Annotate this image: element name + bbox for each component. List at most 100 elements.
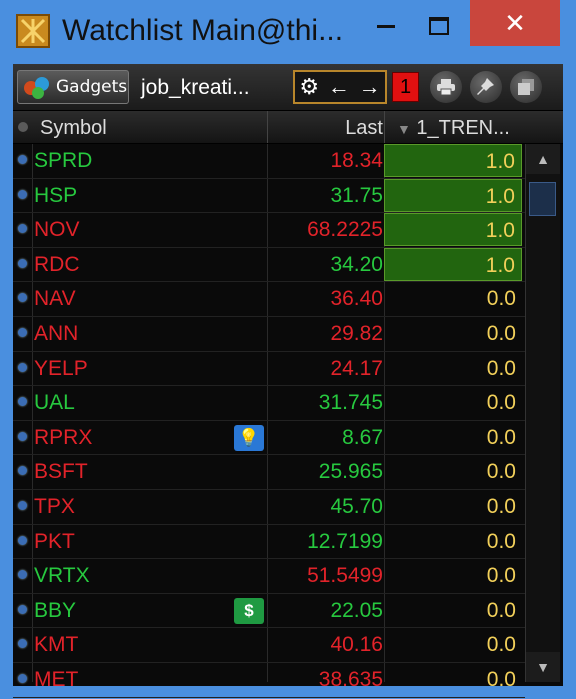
table-row[interactable]: RPRX 💡 8.67 0.0	[13, 421, 525, 456]
last-price-cell: 31.75	[330, 183, 383, 207]
last-price-cell: 18.34	[330, 149, 383, 172]
table-row[interactable]: VRTX 51.5499 0.0	[13, 559, 525, 594]
table-row[interactable]: UAL 31.745 0.0	[13, 386, 525, 421]
trend-cell: 1.0	[384, 178, 522, 212]
row-indicator-dot	[18, 570, 27, 580]
symbol-cell[interactable]: BBY	[34, 599, 76, 623]
pin-icon[interactable]	[470, 71, 502, 103]
table-row[interactable]: NOV 68.2225 1.0	[13, 213, 525, 248]
trend-cell: 0.0	[486, 460, 516, 484]
last-price-cell: 12.7199	[307, 529, 383, 553]
scroll-up-icon[interactable]: ▲	[526, 144, 560, 174]
sort-desc-icon: ▼	[397, 121, 411, 137]
trend-cell: 0.0	[486, 287, 516, 311]
symbol-cell[interactable]: ANN	[34, 322, 78, 346]
trend-cell: 0.0	[486, 494, 516, 518]
symbol-cell[interactable]: RPRX	[34, 426, 92, 450]
table-row[interactable]: ANN 29.82 0.0	[13, 317, 525, 352]
symbol-cell[interactable]: SPRD	[34, 149, 92, 173]
title-bar[interactable]: Watchlist Main@thi... ✕	[0, 0, 576, 64]
copy-icon[interactable]	[510, 71, 542, 103]
symbol-cell[interactable]: TPX	[34, 495, 75, 519]
column-header-last[interactable]: Last	[345, 117, 383, 140]
symbol-cell[interactable]: NAV	[34, 287, 76, 311]
trend-cell: 1.0	[384, 213, 522, 247]
trend-cell: 0.0	[486, 391, 516, 415]
symbol-cell[interactable]: YELP	[34, 357, 88, 381]
symbol-cell[interactable]: KMT	[34, 633, 78, 657]
scroll-thumb[interactable]	[529, 182, 556, 216]
watchlist-window: Watchlist Main@thi... ✕ Gadgets job_krea…	[0, 0, 576, 699]
dollar-icon[interactable]: $	[234, 597, 264, 624]
column-header-row: Symbol Last ▼ 1_TREN...	[13, 111, 563, 144]
symbol-cell[interactable]: PKT	[34, 530, 75, 554]
row-indicator-dot	[18, 673, 27, 683]
column-header-trend[interactable]: ▼ 1_TREN...	[397, 117, 510, 140]
row-indicator-dot	[18, 639, 27, 649]
last-price-cell: 45.70	[330, 494, 383, 518]
table-row[interactable]: TPX 45.70 0.0	[13, 490, 525, 525]
table-row[interactable]: YELP 24.17 0.0	[13, 352, 525, 387]
symbol-cell[interactable]: UAL	[34, 391, 75, 415]
symbol-cell[interactable]: VRTX	[34, 564, 90, 588]
row-indicator-dot	[18, 327, 27, 337]
symbol-cell[interactable]: BSFT	[34, 460, 88, 484]
watchlist-rows: SPRD 18.34 1.0 HSP 31.75 1.0 NOV 68.2225 1.0 RDC 3…	[13, 144, 525, 698]
scroll-down-icon[interactable]: ▼	[526, 652, 560, 682]
row-indicator-dot	[18, 500, 27, 510]
last-price-cell: 31.745	[318, 391, 383, 415]
last-price-cell: 40.16	[330, 633, 383, 657]
maximize-button[interactable]	[416, 4, 462, 48]
row-indicator-dot	[18, 293, 27, 303]
last-price-cell: 24.17	[330, 356, 383, 380]
link-group-badge[interactable]: 1	[392, 72, 419, 102]
symbol-cell[interactable]: HSP	[34, 184, 77, 208]
trend-cell: 0.0	[486, 633, 516, 657]
trend-cell: 0.0	[486, 598, 516, 622]
row-indicator-dot	[18, 189, 27, 199]
last-price-cell: 8.67	[342, 425, 383, 449]
trend-cell: 1.0	[384, 247, 522, 281]
table-row[interactable]: PKT 12.7199 0.0	[13, 525, 525, 560]
trend-cell: 0.0	[486, 425, 516, 449]
table-row[interactable]: SPRD 18.34 1.0	[13, 144, 525, 179]
tab-name[interactable]: job_kreati...	[141, 76, 250, 100]
table-row[interactable]: BBY $22.05 0.0	[13, 594, 525, 629]
table-row[interactable]: HSP 31.75 1.0	[13, 178, 525, 214]
row-indicator-dot	[18, 535, 27, 545]
symbol-cell[interactable]: RDC	[34, 253, 80, 277]
watchlist-panel: Gadgets job_kreati... ⚙ ← → 1 Symbol Las…	[13, 64, 563, 698]
last-price-cell: 22.05	[330, 598, 383, 622]
symbol-cell[interactable]: MET	[34, 668, 78, 692]
column-header-trend-label: 1_TREN...	[416, 117, 510, 139]
last-price-cell: 34.20	[330, 252, 383, 276]
last-price-cell: 29.82	[330, 321, 383, 345]
row-indicator-dot	[18, 431, 27, 441]
lightbulb-icon[interactable]: 💡	[234, 424, 264, 451]
table-row[interactable]: RDC 34.20 1.0	[13, 247, 525, 283]
last-price-cell: 25.965	[318, 460, 383, 484]
table-row[interactable]: NAV 36.40 0.0	[13, 282, 525, 317]
trend-cell: 0.0	[486, 564, 516, 588]
toolbar: Gadgets job_kreati... ⚙ ← → 1	[13, 64, 563, 111]
gadgets-button[interactable]: Gadgets	[17, 70, 129, 104]
arrow-left-icon[interactable]: ←	[328, 74, 350, 100]
trend-cell: 0.0	[486, 321, 516, 345]
table-row[interactable]: MET 38.635 0.0	[13, 663, 525, 698]
close-button[interactable]: ✕	[470, 0, 560, 46]
table-row[interactable]: BSFT 25.965 0.0	[13, 455, 525, 490]
column-header-symbol[interactable]: Symbol	[40, 117, 107, 140]
arrow-right-icon[interactable]: →	[359, 74, 381, 100]
app-logo-icon	[16, 14, 50, 48]
symbol-cell[interactable]: NOV	[34, 218, 80, 242]
table-row[interactable]: KMT 40.16 0.0	[13, 628, 525, 663]
column-divider	[384, 111, 385, 143]
last-price-cell: 36.40	[330, 287, 383, 311]
minimize-button[interactable]	[366, 4, 406, 48]
close-icon: ✕	[504, 7, 526, 38]
vertical-scrollbar[interactable]: ▲ ▼	[525, 144, 560, 682]
window-title: Watchlist Main@thi...	[62, 14, 344, 47]
header-dot	[18, 122, 28, 132]
gear-icon[interactable]: ⚙	[299, 74, 319, 100]
print-icon[interactable]	[430, 71, 462, 103]
